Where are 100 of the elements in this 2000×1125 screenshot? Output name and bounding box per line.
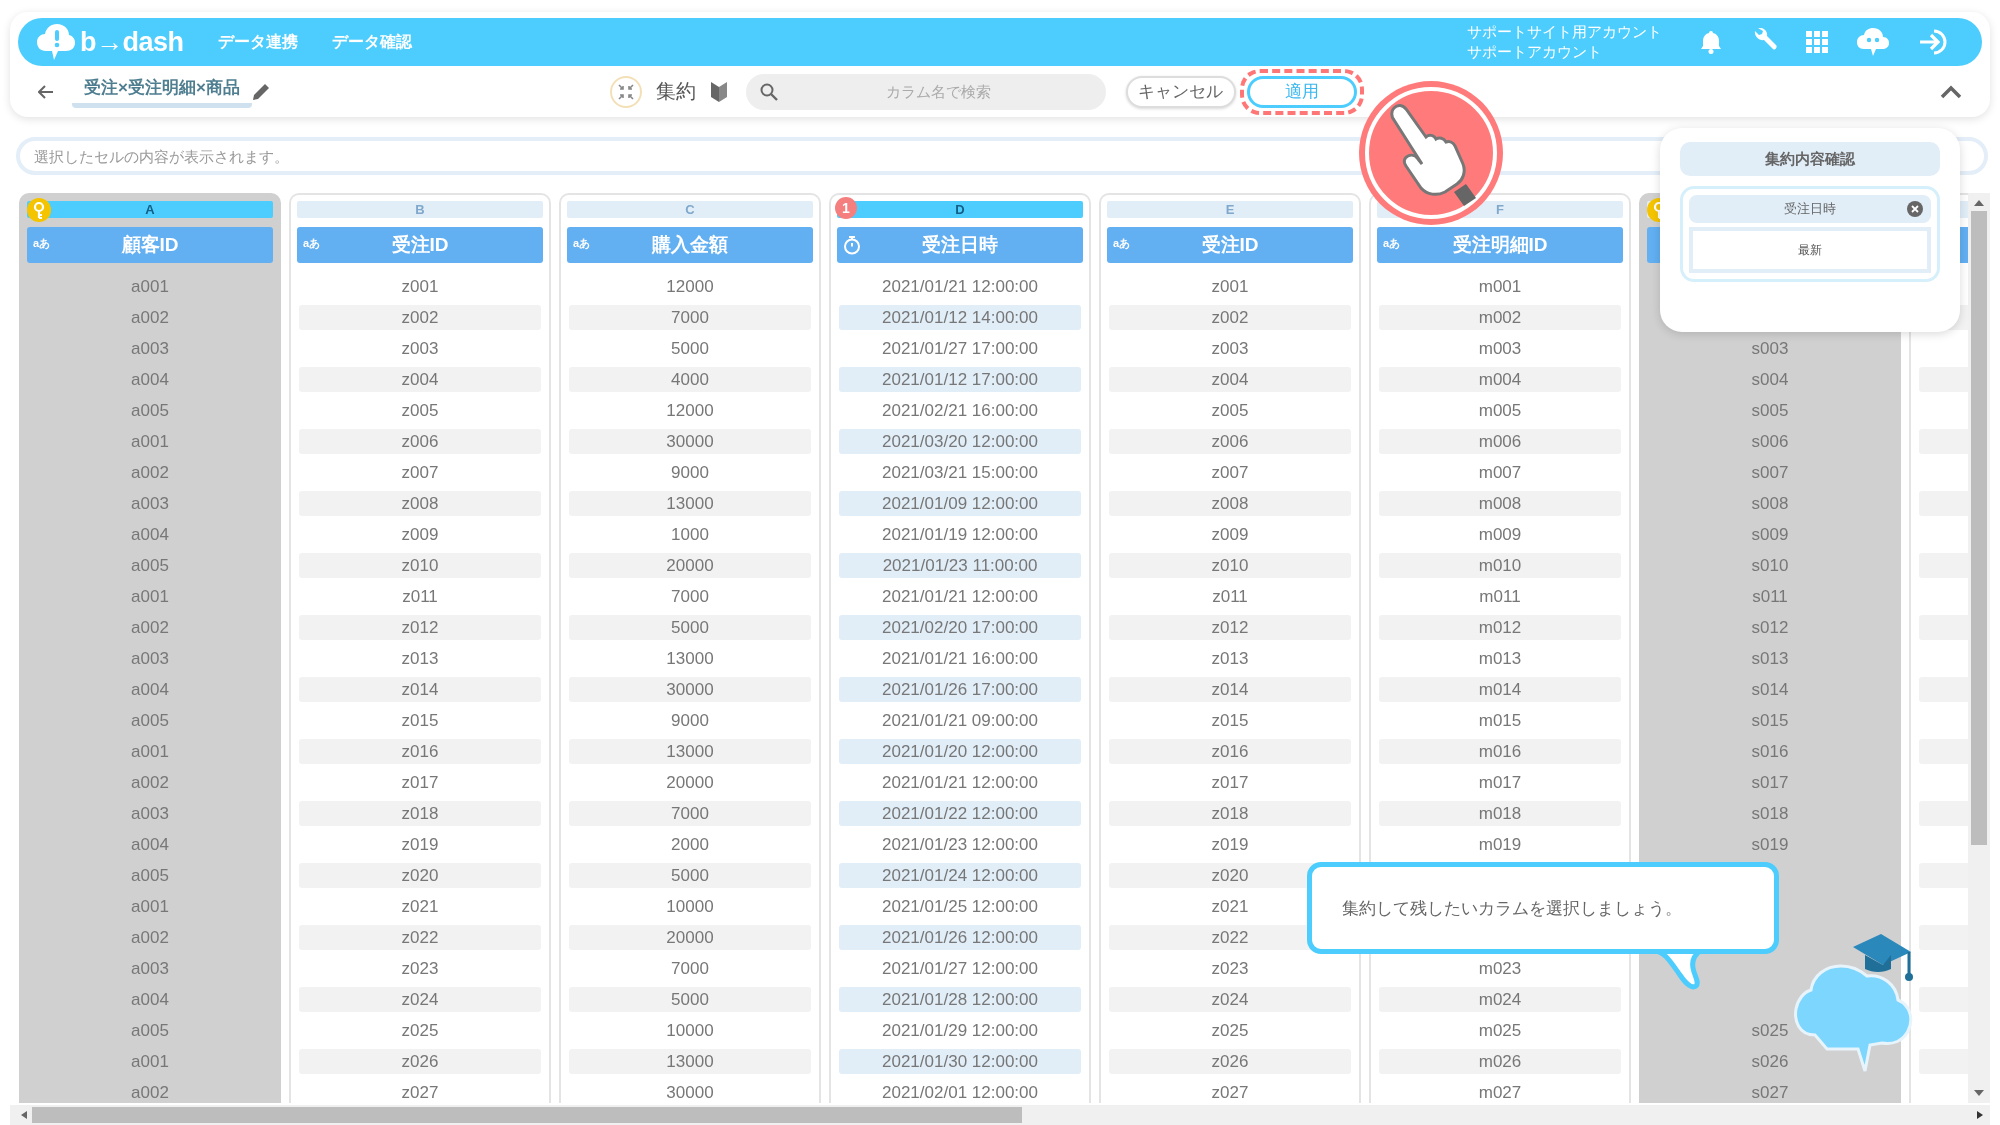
table-cell[interactable]: m023 [1379, 956, 1621, 981]
table-cell[interactable]: z027 [299, 1080, 541, 1103]
table-cell[interactable]: a005 [131, 553, 169, 578]
close-icon[interactable] [1907, 201, 1923, 217]
table-cell[interactable]: z013 [299, 646, 541, 671]
table-cell[interactable]: z025 [1109, 1018, 1351, 1043]
table-cell[interactable]: m027 [1379, 1080, 1621, 1103]
table-cell[interactable]: m004 [1379, 367, 1621, 392]
table-cell[interactable]: 30000 [569, 677, 811, 702]
table-cell[interactable]: z014 [1109, 677, 1351, 702]
table-cell[interactable]: m012 [1379, 615, 1621, 640]
column-header-bar[interactable]: 受注日時 [837, 227, 1083, 263]
table-cell[interactable]: 2021/03/20 12:00:00 [839, 429, 1081, 454]
table-cell[interactable]: 2021/01/25 12:00:00 [839, 894, 1081, 919]
table-cell[interactable]: a002 [131, 925, 169, 950]
table-cell[interactable]: s007 [1751, 460, 1789, 485]
table-cell[interactable]: z010 [299, 553, 541, 578]
table-cell[interactable]: 2021/02/01 12:00:00 [839, 1080, 1081, 1103]
table-cell[interactable]: 2021/01/20 12:00:00 [839, 739, 1081, 764]
shield-leaf-icon[interactable] [709, 80, 728, 103]
table-cell[interactable]: a005 [131, 1018, 169, 1043]
table-cell[interactable]: z018 [299, 801, 541, 826]
table-cell[interactable]: z025 [299, 1018, 541, 1043]
table-cell[interactable]: 5000 [569, 863, 811, 888]
table-cell[interactable]: s025 [1751, 1018, 1789, 1043]
table-cell[interactable]: z016 [299, 739, 541, 764]
table-cell[interactable]: z027 [1109, 1080, 1351, 1103]
table-cell[interactable]: 20000 [569, 770, 811, 795]
table-cell[interactable]: m007 [1379, 460, 1621, 485]
table-cell[interactable]: m019 [1379, 832, 1621, 857]
cancel-button[interactable]: キャンセル [1125, 75, 1236, 108]
table-cell[interactable]: a004 [131, 832, 169, 857]
vertical-scrollbar[interactable] [1968, 193, 1990, 1103]
scrollbar-thumb[interactable] [32, 1107, 1022, 1123]
table-cell[interactable]: a003 [131, 491, 169, 516]
table-cell[interactable]: s012 [1751, 615, 1789, 640]
table-cell[interactable]: m001 [1379, 274, 1621, 299]
table-cell[interactable]: z004 [1109, 367, 1351, 392]
table-cell[interactable]: z010 [1109, 553, 1351, 578]
table-cell[interactable]: a005 [131, 708, 169, 733]
table-cell[interactable]: 1000 [569, 522, 811, 547]
table-cell[interactable]: 2021/01/19 12:00:00 [839, 522, 1081, 547]
table-cell[interactable]: a005 [131, 863, 169, 888]
table-cell[interactable]: 2021/01/21 12:00:00 [839, 274, 1081, 299]
table-cell[interactable]: 12000 [569, 274, 811, 299]
table-cell[interactable]: m015 [1379, 708, 1621, 733]
table-cell[interactable]: z022 [299, 925, 541, 950]
table-cell[interactable]: s027 [1751, 1080, 1789, 1103]
data-column[interactable] [829, 193, 1091, 1103]
table-cell[interactable]: s011 [1752, 584, 1788, 609]
table-cell[interactable]: 2021/01/30 12:00:00 [839, 1049, 1081, 1074]
table-cell[interactable]: m003 [1379, 336, 1621, 361]
table-cell[interactable]: s014 [1751, 677, 1789, 702]
table-cell[interactable]: 5000 [569, 615, 811, 640]
table-cell[interactable]: z017 [1109, 770, 1351, 795]
table-cell[interactable]: m008 [1379, 491, 1621, 516]
table-cell[interactable]: s018 [1751, 801, 1789, 826]
table-cell[interactable]: z023 [299, 956, 541, 981]
scroll-up-icon[interactable] [1973, 199, 1985, 207]
dataset-title[interactable]: 受注×受注明細×商品 [72, 75, 252, 108]
table-cell[interactable]: z021 [299, 894, 541, 919]
table-cell[interactable]: 30000 [569, 1080, 811, 1103]
table-cell[interactable]: s015 [1751, 708, 1789, 733]
table-cell[interactable]: 5000 [569, 336, 811, 361]
table-cell[interactable]: 9000 [569, 708, 811, 733]
table-cell[interactable]: a004 [131, 367, 169, 392]
table-cell[interactable]: z011 [1109, 584, 1351, 609]
table-cell[interactable]: 2021/01/29 12:00:00 [839, 1018, 1081, 1043]
table-cell[interactable]: z024 [1109, 987, 1351, 1012]
table-cell[interactable]: z005 [299, 398, 541, 423]
table-cell[interactable]: z019 [299, 832, 541, 857]
table-cell[interactable]: 2021/01/24 12:00:00 [839, 863, 1081, 888]
table-cell[interactable]: z002 [299, 305, 541, 330]
column-header-bar[interactable]: aあ 購入金額 [567, 227, 813, 263]
table-cell[interactable]: s003 [1751, 336, 1789, 361]
table-cell[interactable]: z024 [299, 987, 541, 1012]
data-column[interactable]: C aあ 購入金額 12000 7000 5000 4000 12000 30000 9000 13000 1000 20000 7000 5000 13000 30000 9000 13000 20000 7000 2000 5000 10000 20000 7000 5000 10000 13000 30000 [559, 193, 821, 1103]
table-cell[interactable]: s016 [1751, 739, 1789, 764]
table-cell[interactable]: a005 [131, 398, 169, 423]
table-cell[interactable]: 2021/01/22 12:00:00 [839, 801, 1081, 826]
table-cell[interactable]: 7000 [569, 956, 811, 981]
table-cell[interactable]: a001 [131, 274, 169, 299]
table-cell[interactable]: z006 [1109, 429, 1351, 454]
table-cell[interactable]: z007 [299, 460, 541, 485]
column-letter[interactable]: A [27, 201, 273, 218]
method-field[interactable]: 最新 [1689, 227, 1931, 273]
table-cell[interactable]: 5000 [569, 987, 811, 1012]
summary-column-chip[interactable]: 受注日時 [1689, 195, 1931, 223]
table-cell[interactable]: z003 [1109, 336, 1351, 361]
table-cell[interactable]: z015 [299, 708, 541, 733]
search-field[interactable]: カラム名で検索 [745, 73, 1106, 110]
table-cell[interactable]: z012 [1109, 615, 1351, 640]
table-cell[interactable]: 2021/01/27 17:00:00 [839, 336, 1081, 361]
cloud-icon[interactable] [1856, 27, 1890, 57]
table-cell[interactable]: 7000 [569, 584, 811, 609]
table-cell[interactable]: s013 [1751, 646, 1789, 671]
column-letter[interactable]: E [1107, 201, 1353, 218]
table-cell[interactable]: m017 [1379, 770, 1621, 795]
table-cell[interactable]: z005 [1109, 398, 1351, 423]
table-cell[interactable]: m009 [1379, 522, 1621, 547]
